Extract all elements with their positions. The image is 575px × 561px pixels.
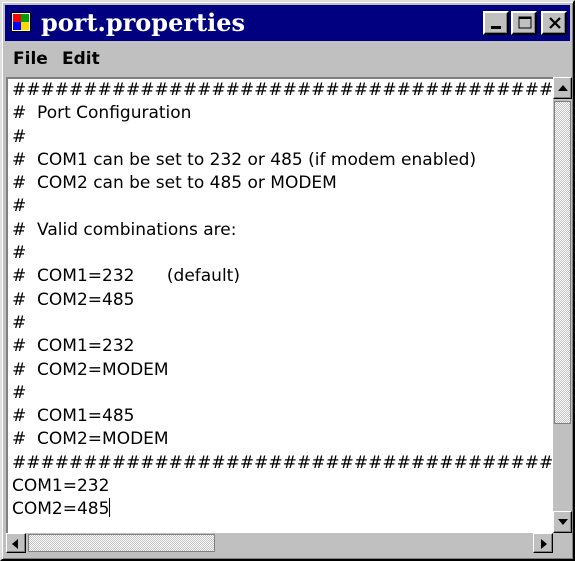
horizontal-scroll-thumb[interactable] (28, 534, 215, 552)
editor-line[interactable]: # COM1 can be set to 232 or 485 (if mode… (12, 149, 553, 172)
arrow-right-icon (541, 539, 547, 549)
editor-line[interactable]: # Valid combinations are: (12, 219, 553, 242)
editor-line[interactable]: # COM1=232 (default) (12, 265, 553, 288)
maximize-icon (518, 16, 532, 29)
editor-line[interactable]: # COM1=485 (12, 405, 553, 428)
title-bar[interactable]: port.properties (5, 5, 570, 41)
editor-content[interactable]: ####################################### #… (12, 79, 553, 522)
scrollbar-corner (553, 533, 572, 553)
window-title: port.properties (41, 8, 245, 37)
vertical-scrollbar[interactable] (553, 77, 572, 533)
editor-line[interactable]: # COM2 can be set to 485 or MODEM (12, 172, 553, 195)
vertical-scroll-track[interactable] (553, 426, 572, 509)
editor-line[interactable]: # (12, 242, 553, 265)
close-button[interactable] (541, 11, 567, 35)
close-icon (549, 17, 561, 29)
horizontal-scrollbar[interactable] (6, 533, 553, 553)
scroll-left-button[interactable] (6, 533, 26, 553)
java-app-icon[interactable] (11, 12, 31, 32)
text-cursor (109, 498, 111, 518)
minimize-button[interactable] (483, 11, 509, 35)
editor-line[interactable]: # (12, 126, 553, 149)
editor-line[interactable]: # (12, 312, 553, 335)
editor-line[interactable]: # COM2=MODEM (12, 428, 553, 451)
editor-line[interactable]: COM1=232 (12, 475, 553, 498)
minimize-icon (491, 26, 501, 29)
scroll-down-button[interactable] (553, 511, 572, 533)
scroll-right-button[interactable] (533, 533, 553, 553)
menu-bar: File Edit (5, 43, 570, 75)
arrow-down-icon (558, 519, 568, 525)
vertical-scroll-thumb[interactable] (554, 101, 571, 424)
editor-line[interactable]: # (12, 195, 553, 218)
maximize-button[interactable] (511, 11, 537, 35)
editor-line[interactable]: # (12, 382, 553, 405)
scroll-up-button[interactable] (553, 77, 572, 99)
app-window: port.properties File Edit ##############… (0, 0, 575, 561)
editor-line[interactable]: COM2=485 (12, 498, 553, 521)
text-editor[interactable]: ####################################### #… (6, 77, 553, 533)
editor-line[interactable]: # COM2=485 (12, 289, 553, 312)
editor-line[interactable]: # Port Configuration (12, 102, 553, 125)
menu-file[interactable]: File (13, 49, 48, 69)
menu-edit[interactable]: Edit (62, 49, 100, 69)
arrow-up-icon (558, 85, 568, 91)
arrow-left-icon (12, 539, 18, 549)
editor-line[interactable]: ########################################… (12, 452, 553, 475)
editor-line[interactable]: # COM2=MODEM (12, 359, 553, 382)
editor-line[interactable]: ########################################… (12, 79, 553, 102)
editor-line[interactable]: # COM1=232 (12, 335, 553, 358)
